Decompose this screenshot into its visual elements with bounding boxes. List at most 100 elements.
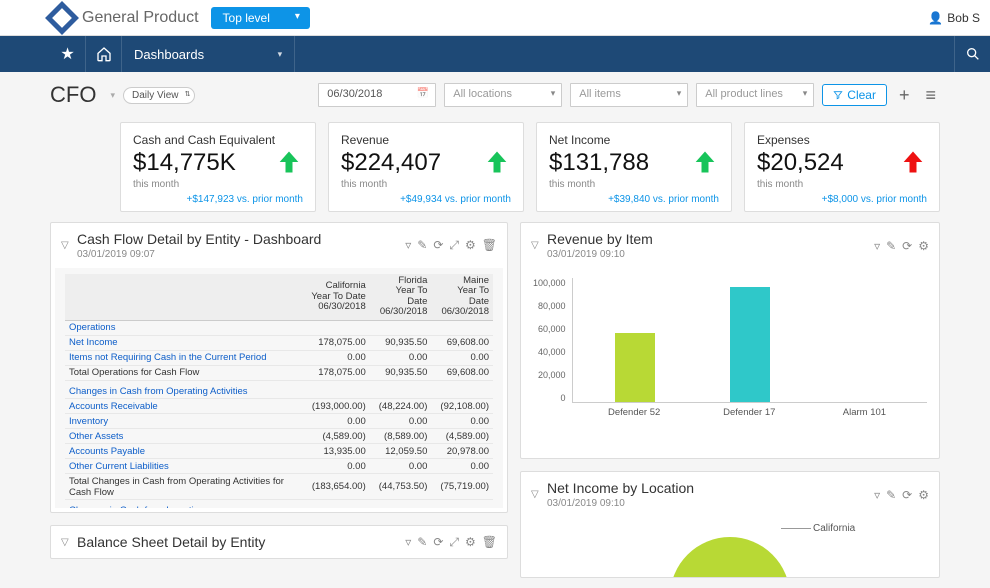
widget-timestamp: 03/01/2019 09:10 xyxy=(547,498,694,509)
filter-items[interactable]: All items xyxy=(570,83,688,107)
kpi-card[interactable]: Expenses$20,524this month+$8,000 vs. pri… xyxy=(744,122,940,212)
table-row: Operations xyxy=(65,320,493,335)
filter-date[interactable]: 06/30/2018 xyxy=(318,83,436,107)
delete-icon[interactable]: 🗑 xyxy=(482,238,497,253)
widget-cash-flow-detail: ▽ Cash Flow Detail by Entity - Dashboard… xyxy=(50,222,508,513)
more-menu-icon[interactable]: ≡ xyxy=(921,85,940,106)
filter-icon[interactable]: ▿ xyxy=(874,488,880,502)
filter-icon[interactable]: ▿ xyxy=(405,535,411,550)
table-cell xyxy=(306,504,369,508)
nav-search-icon[interactable] xyxy=(954,36,990,72)
y-tick-label: 20,000 xyxy=(533,370,566,380)
pie-chart xyxy=(670,537,790,577)
table-cell xyxy=(306,384,369,399)
collapse-toggle-icon[interactable]: ▽ xyxy=(61,537,77,548)
edit-icon[interactable]: ✎ xyxy=(417,238,427,253)
settings-icon[interactable]: ⚙ xyxy=(465,535,476,550)
filter-icon[interactable]: ▿ xyxy=(874,239,880,253)
chart-bar[interactable] xyxy=(615,333,655,402)
kpi-sublabel: this month xyxy=(549,179,719,190)
refresh-icon[interactable]: ⟳ xyxy=(433,535,443,550)
y-tick-label: 80,000 xyxy=(533,301,566,311)
nav-favorites-icon[interactable]: ★ xyxy=(50,36,86,72)
expand-icon[interactable]: ⤢ xyxy=(449,535,459,550)
settings-icon[interactable]: ⚙ xyxy=(918,488,929,502)
user-menu[interactable]: Bob S xyxy=(928,11,980,25)
kpi-label: Revenue xyxy=(341,133,511,147)
table-cell xyxy=(370,320,432,335)
y-tick-label: 100,000 xyxy=(533,278,566,288)
edit-icon[interactable]: ✎ xyxy=(417,535,427,550)
kpi-card[interactable]: Net Income$131,788this month+$39,840 vs.… xyxy=(536,122,732,212)
filter-product-lines[interactable]: All product lines xyxy=(696,83,814,107)
table-cell: 0.00 xyxy=(431,350,493,365)
edit-icon[interactable]: ✎ xyxy=(886,488,896,502)
table-row: Other Assets(4,589.00)(8,589.00)(4,589.0… xyxy=(65,429,493,444)
row-label[interactable]: Items not Requiring Cash in the Current … xyxy=(65,350,306,365)
view-select[interactable]: Daily View xyxy=(123,87,196,104)
table-cell: 20,978.00 xyxy=(431,444,493,459)
widget-title: Cash Flow Detail by Entity - Dashboard xyxy=(77,231,321,247)
table-row: Other Current Liabilities0.000.000.00 xyxy=(65,459,493,474)
clear-button[interactable]: Clear xyxy=(822,84,887,106)
kpi-card[interactable]: Revenue $224,407 this month +$49,934 vs. pr… xyxy=(328,122,524,212)
settings-icon[interactable]: ⚙ xyxy=(465,238,476,253)
refresh-icon[interactable]: ⟳ xyxy=(433,238,443,253)
filter-icon[interactable]: ▿ xyxy=(405,238,411,253)
kpi-card[interactable]: Cash and Cash Equivalent$14,775Kthis mon… xyxy=(120,122,316,212)
kpi-sublabel: this month xyxy=(133,179,303,190)
collapse-toggle-icon[interactable]: ▽ xyxy=(61,240,77,251)
row-label[interactable]: Other Assets xyxy=(65,429,306,444)
table-cell: (4,589.00) xyxy=(431,429,493,444)
kpi-label: Expenses xyxy=(757,133,927,147)
table-cell: (8,589.00) xyxy=(370,429,432,444)
row-label[interactable]: Accounts Payable xyxy=(65,444,306,459)
kpi-value: $224,407 xyxy=(341,149,483,177)
table-cell: (4,589.00) xyxy=(306,429,369,444)
row-label[interactable]: Inventory xyxy=(65,414,306,429)
kpi-value: $20,524 xyxy=(757,149,899,177)
table-cell: 0.00 xyxy=(370,350,432,365)
row-label[interactable]: Operations xyxy=(65,320,306,335)
row-label[interactable]: Changes in Cash from Operating Activitie… xyxy=(65,384,306,399)
kpi-compare: +$147,923 vs. prior month xyxy=(133,194,303,205)
row-label[interactable]: Changes in Cash from Investing xyxy=(65,504,306,508)
kpi-sublabel: this month xyxy=(341,179,511,190)
table-cell xyxy=(431,384,493,399)
table-row: Accounts Receivable(193,000.00)(48,224.0… xyxy=(65,399,493,414)
user-icon xyxy=(928,11,947,25)
table-row: Total Changes in Cash from Operating Act… xyxy=(65,474,493,500)
widget-title: Balance Sheet Detail by Entity xyxy=(77,534,265,550)
row-label[interactable]: Net Income xyxy=(65,335,306,350)
filter-locations[interactable]: All locations xyxy=(444,83,562,107)
refresh-icon[interactable]: ⟳ xyxy=(902,239,912,253)
trend-arrow-icon xyxy=(899,148,927,176)
table-cell: (183,654.00) xyxy=(306,474,369,500)
table-cell: (92,108.00) xyxy=(431,399,493,414)
table-row: Accounts Payable13,935.0012,059.5020,978… xyxy=(65,444,493,459)
collapse-toggle-icon[interactable]: ▽ xyxy=(531,489,547,500)
x-tick-label: Alarm 101 xyxy=(822,407,907,418)
delete-icon[interactable]: 🗑 xyxy=(482,535,497,550)
add-widget-button[interactable]: + xyxy=(895,85,914,106)
kpi-label: Cash and Cash Equivalent xyxy=(133,133,303,147)
chart-bar[interactable] xyxy=(730,287,770,402)
kpi-value: $131,788 xyxy=(549,149,691,177)
title-sep-icon: ▾ xyxy=(110,90,115,101)
refresh-icon[interactable]: ⟳ xyxy=(902,488,912,502)
settings-icon[interactable]: ⚙ xyxy=(918,239,929,253)
top-level-select[interactable]: Top level xyxy=(211,7,310,29)
nav-dashboards[interactable]: Dashboards xyxy=(122,36,295,72)
table-cell: (75,719.00) xyxy=(431,474,493,500)
row-label[interactable]: Other Current Liabilities xyxy=(65,459,306,474)
nav-home-icon[interactable] xyxy=(86,36,122,72)
edit-icon[interactable]: ✎ xyxy=(886,239,896,253)
collapse-toggle-icon[interactable]: ▽ xyxy=(531,240,547,251)
row-label: Total Changes in Cash from Operating Act… xyxy=(65,474,306,500)
widget-timestamp: 03/01/2019 09:10 xyxy=(547,249,653,260)
table-cell: 0.00 xyxy=(306,459,369,474)
kpi-compare: +$49,934 vs. prior month xyxy=(341,194,511,205)
expand-icon[interactable]: ⤢ xyxy=(449,238,459,253)
table-cell: 0.00 xyxy=(370,459,432,474)
row-label[interactable]: Accounts Receivable xyxy=(65,399,306,414)
